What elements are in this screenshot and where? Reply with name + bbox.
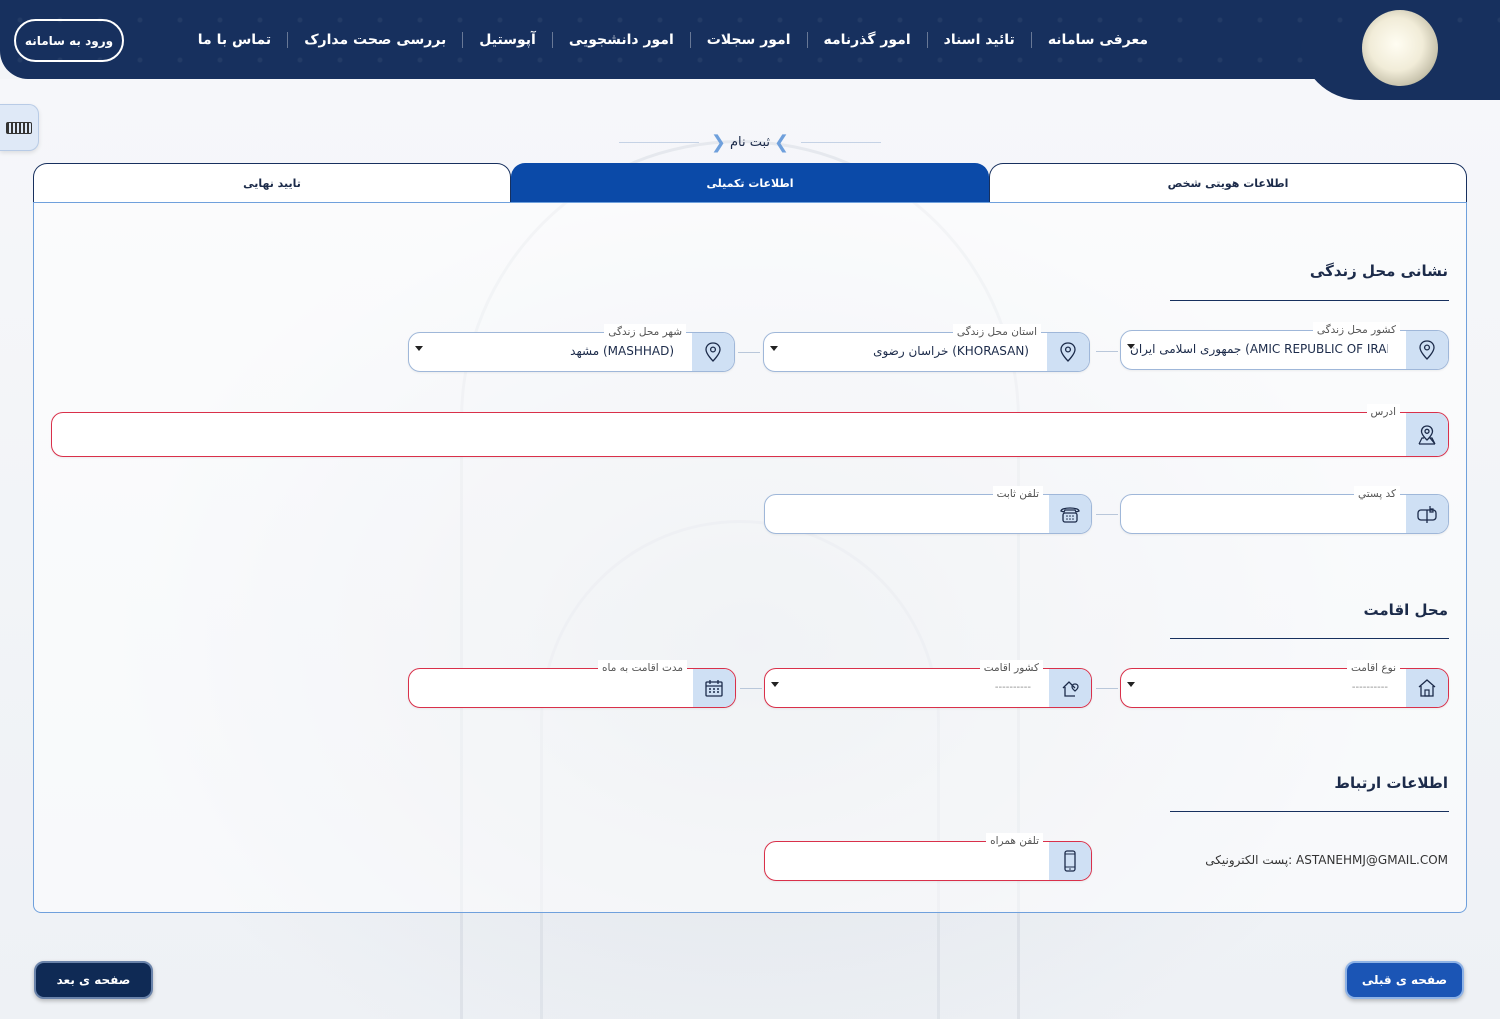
residence-section-rule [1170, 638, 1449, 639]
field-placeholder: ---------- [994, 682, 1031, 693]
main-nav: معرفی سامانه تائید اسناد امور گذرنامه ام… [182, 28, 1164, 52]
location-pin-icon [1047, 333, 1089, 371]
mobile-phone-icon [1049, 842, 1091, 880]
field-label: نوع اقامت [1346, 660, 1400, 676]
field-connector [740, 688, 762, 689]
step-tabs: اطلاعات هویتی شخص اطلاعات تکمیلی تایید ن… [33, 163, 1467, 202]
nav-item-registry[interactable]: امور سجلات [689, 32, 807, 48]
residence-province-select[interactable]: استان محل زندگی خراسان رضوی (KHORASAN) [763, 324, 1090, 372]
nav-item-apostille[interactable]: آپوستیل [462, 32, 552, 48]
home-location-icon [1049, 669, 1091, 707]
postal-code-input[interactable]: کد پستي [1120, 486, 1449, 534]
chevron-down-icon [415, 346, 423, 351]
form-panel [33, 202, 1467, 913]
field-label: کشور اقامت [979, 660, 1043, 676]
page-title: ❯ ثبت نام ❮ [600, 130, 900, 154]
ornament-right-icon: ❮ [774, 131, 790, 153]
chevron-down-icon [1127, 682, 1135, 687]
field-label: ادرس [1366, 404, 1400, 420]
telephone-icon [1049, 495, 1091, 533]
field-label: مدت اقامت به ماه [598, 660, 687, 676]
contact-section-title: اطلاعات ارتباط [1334, 774, 1448, 792]
home-icon [1406, 669, 1448, 707]
chevron-down-icon [770, 346, 778, 351]
address-section-title: نشانی محل زندگی [1309, 262, 1448, 280]
map-pin-icon [1406, 413, 1448, 456]
next-page-button[interactable]: صفحه ی بعد [34, 961, 153, 999]
residence-type-select[interactable]: نوع اقامت ---------- [1120, 660, 1449, 708]
tab-final-confirmation[interactable]: تایید نهایی [33, 163, 511, 202]
flower-logo[interactable] [1362, 10, 1438, 86]
calendar-icon [693, 669, 735, 707]
address-input[interactable]: ادرس [51, 404, 1449, 457]
field-value: خراسان رضوی (KHORASAN) [873, 344, 1029, 358]
nav-item-intro[interactable]: معرفی سامانه [1030, 32, 1164, 48]
nav-item-students[interactable]: امور دانشجویی [551, 32, 690, 48]
nav-item-document-verification[interactable]: بررسی صحت مدارک [287, 32, 462, 48]
residence-country-select-2[interactable]: کشور اقامت ---------- [764, 660, 1092, 708]
field-label: کشور محل زندگی [1312, 322, 1400, 338]
field-label: تلفن همراه [986, 833, 1043, 849]
field-value: جمهوری اسلامی ایران (AMIC REPUBLIC OF IR… [1130, 342, 1388, 356]
mailbox-icon [1406, 495, 1448, 533]
nav-item-contact[interactable]: تماس با ما [182, 32, 287, 48]
tab-supplementary-info[interactable]: اطلاعات تکمیلی [511, 163, 989, 202]
field-connector [738, 352, 760, 353]
ornament-left-icon: ❯ [710, 131, 726, 153]
virtual-keyboard-toggle[interactable] [0, 104, 39, 151]
page-title-text: ثبت نام [729, 134, 771, 150]
residence-country-select[interactable]: کشور محل زندگی جمهوری اسلامی ایران (AMIC… [1120, 322, 1449, 370]
previous-page-button[interactable]: صفحه ی قبلی [1345, 961, 1464, 999]
field-label: کد پستي [1353, 486, 1400, 502]
field-connector [1096, 351, 1118, 352]
nav-item-passport[interactable]: امور گذرنامه [806, 32, 927, 48]
residence-duration-input[interactable]: مدت اقامت به ماه [408, 660, 736, 708]
keyboard-icon [6, 121, 32, 134]
field-value: مشهد (MASHHAD) [570, 344, 674, 358]
field-label: شهر محل زندگی [604, 324, 686, 340]
chevron-down-icon [1127, 344, 1135, 349]
residence-section-title: محل اقامت [1363, 601, 1448, 619]
location-pin-icon [1406, 331, 1448, 369]
contact-section-rule [1170, 811, 1449, 812]
field-connector [1096, 514, 1118, 515]
login-button[interactable]: ورود به سامانه [14, 19, 124, 62]
landline-phone-input[interactable]: تلفن ثابت [764, 486, 1092, 534]
email-display: پست الکترونیکی: ASTANEHMJ@GMAIL.COM [1205, 853, 1448, 867]
field-label: تلفن ثابت [992, 486, 1043, 502]
residence-city-select[interactable]: شهر محل زندگی مشهد (MASHHAD) [408, 324, 735, 372]
nav-item-document-approval[interactable]: تائید اسناد [926, 32, 1031, 48]
address-section-rule [1170, 300, 1449, 301]
field-placeholder: ---------- [1351, 682, 1388, 693]
field-connector [1096, 688, 1118, 689]
title-divider-right [801, 141, 882, 143]
mobile-phone-input[interactable]: تلفن همراه [764, 833, 1092, 881]
field-label: استان محل زندگی [952, 324, 1041, 340]
location-pin-icon [692, 333, 734, 371]
title-divider-left [618, 141, 699, 143]
chevron-down-icon [771, 682, 779, 687]
tab-identity-info[interactable]: اطلاعات هویتی شخص [989, 163, 1467, 202]
